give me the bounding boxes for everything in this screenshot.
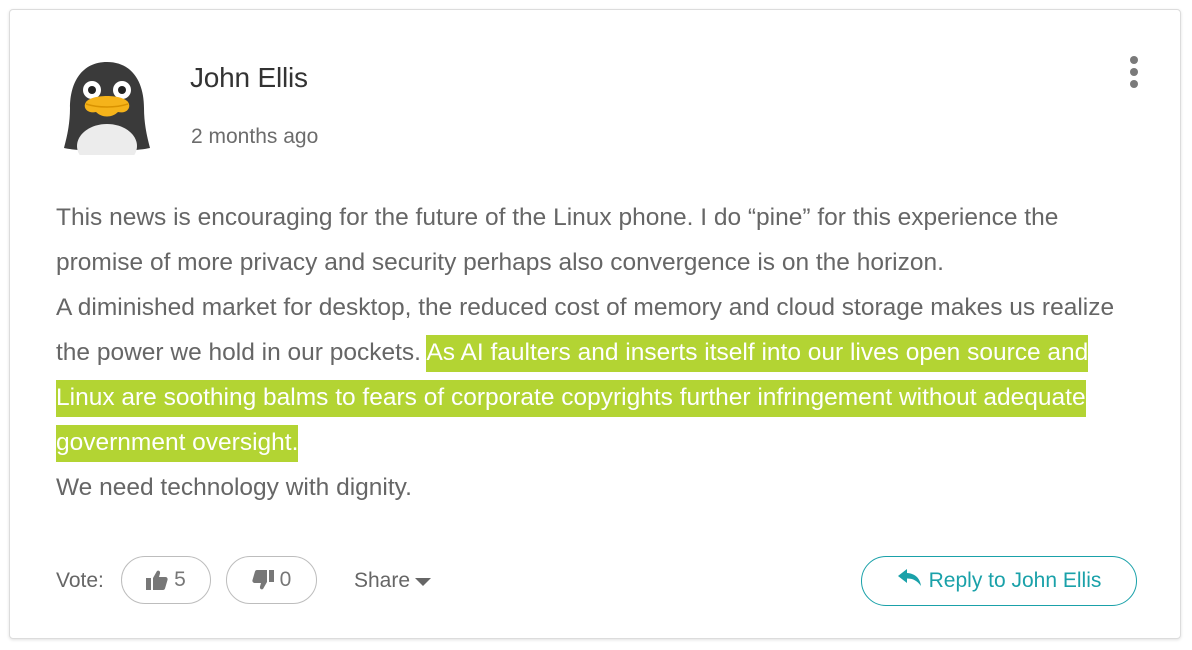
comment-author[interactable]: John Ellis [190,62,308,94]
comment-paragraph: This news is encouraging for the future … [56,204,1059,276]
thumbs-up-icon [146,570,168,590]
reply-label: Reply to John Ellis [928,569,1102,592]
comment-footer: Vote: 5 0 Share Reply to John Ellis [56,556,1138,606]
comment-card: John Ellis 2 months ago This news is enc… [9,9,1181,639]
more-vertical-icon[interactable] [1122,52,1146,88]
downvote-count: 0 [279,568,292,591]
share-button[interactable]: Share [354,569,432,593]
vote-label: Vote: [56,569,104,592]
penguin-avatar-icon[interactable] [62,60,152,168]
comment-body: This news is encouraging for the future … [56,195,1146,510]
reply-button[interactable]: Reply to John Ellis [861,556,1137,606]
upvote-button[interactable]: 5 [121,556,211,604]
share-label: Share [354,569,411,592]
downvote-button[interactable]: 0 [226,556,317,604]
comment-paragraph: We need technology with dignity. [56,474,412,501]
upvote-count: 5 [174,568,186,591]
reply-arrow-icon [897,567,923,595]
comment-paragraph: A diminished market for desktop, the red… [56,285,1146,465]
caret-down-icon [415,569,432,593]
thumbs-down-icon [252,570,274,590]
comment-timestamp[interactable]: 2 months ago [191,125,318,149]
